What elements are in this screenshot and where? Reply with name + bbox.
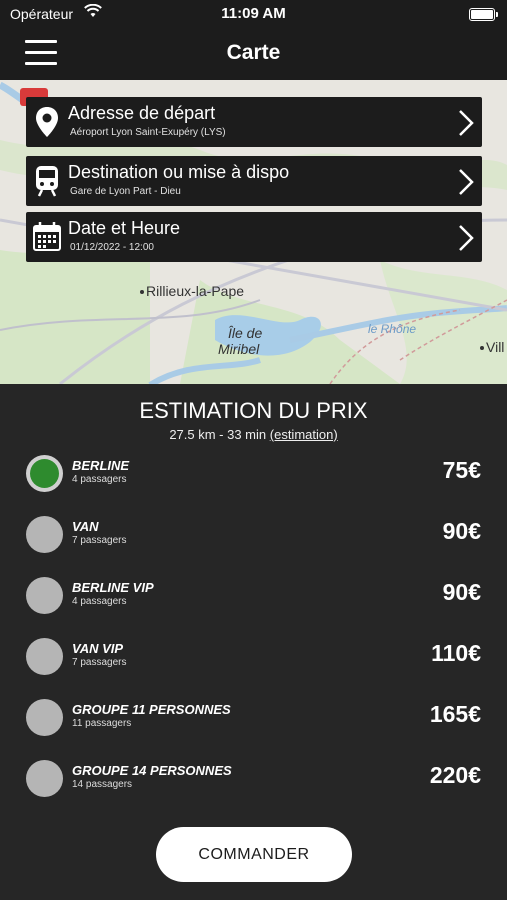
radio-button[interactable]	[26, 638, 63, 675]
battery-icon	[469, 8, 498, 21]
vehicle-name: VAN VIP	[72, 641, 124, 656]
vehicle-name: VAN	[72, 519, 99, 534]
vehicle-option[interactable]: BERLINE VIP 4 passagers 90€	[0, 577, 507, 633]
vehicle-name: GROUPE 11 PERSONNES	[72, 702, 231, 717]
datetime-label: Date et Heure	[68, 218, 181, 238]
vehicle-price: 75€	[442, 457, 481, 483]
vehicle-price: 165€	[429, 701, 481, 727]
radio-button[interactable]	[26, 516, 63, 553]
destination-field[interactable]: Destination ou mise à dispo Gare de Lyon…	[26, 156, 482, 206]
vehicle-capacity: 7 passagers	[72, 657, 127, 668]
estimate-title: ESTIMATION DU PRIX	[139, 398, 368, 423]
calendar-icon	[33, 222, 61, 251]
location-pin-icon	[36, 107, 58, 137]
vehicle-name: BERLINE VIP	[72, 580, 154, 595]
vehicle-option[interactable]: GROUPE 14 PERSONNES 14 passagers 220€	[0, 760, 507, 816]
radio-button[interactable]	[26, 760, 63, 797]
vehicle-capacity: 4 passagers	[72, 474, 127, 485]
radio-button[interactable]	[26, 455, 63, 492]
vehicle-capacity: 7 passagers	[72, 535, 127, 546]
chevron-right-icon	[459, 169, 474, 195]
vehicle-name: BERLINE	[72, 458, 130, 473]
radio-button[interactable]	[26, 577, 63, 614]
chevron-right-icon	[459, 110, 474, 136]
map-label-ile2: Miribel	[218, 341, 260, 357]
estimate-distance: 27.5 km - 33 min	[169, 427, 267, 442]
departure-label: Adresse de départ	[68, 103, 216, 123]
vehicle-option[interactable]: VAN 7 passagers 90€	[0, 516, 507, 572]
estimate-summary: 27.5 km - 33 min (estimation)	[0, 427, 507, 442]
datetime-field[interactable]: Date et Heure 01/12/2022 - 12:00	[26, 212, 482, 262]
map-label-ile1: Île de	[228, 325, 263, 341]
chevron-right-icon	[459, 225, 474, 251]
departure-field[interactable]: Adresse de départ Aéroport Lyon Saint-Ex…	[26, 97, 482, 147]
datetime-value: 01/12/2022 - 12:00	[70, 242, 154, 253]
vehicle-name: GROUPE 14 PERSONNES	[72, 763, 232, 778]
radio-button[interactable]	[26, 699, 63, 736]
status-bar: Opérateur 11:09 AM	[0, 0, 507, 30]
destination-value: Gare de Lyon Part - Dieu	[70, 186, 181, 197]
map-label-rillieux: Rillieux-la-Pape	[146, 283, 245, 299]
vehicle-option[interactable]: BERLINE 4 passagers 75€	[0, 455, 507, 511]
vehicle-option[interactable]: VAN VIP 7 passagers 110€	[0, 638, 507, 694]
vehicle-price: 110€	[431, 640, 481, 666]
vehicle-price: 90€	[442, 579, 481, 605]
map-label-vill: Vill	[486, 339, 505, 355]
departure-value: Aéroport Lyon Saint-Exupéry (LYS)	[70, 127, 226, 138]
order-button[interactable]: COMMANDER	[156, 827, 352, 882]
navigation-bar: Carte	[0, 30, 507, 80]
estimate-link[interactable]: (estimation)	[270, 427, 338, 442]
vehicle-price: 220€	[429, 762, 481, 788]
destination-label: Destination ou mise à dispo	[68, 162, 290, 182]
map-label-rhone: le Rhône	[368, 322, 417, 336]
train-icon	[36, 166, 58, 197]
vehicle-capacity: 4 passagers	[72, 596, 127, 607]
vehicle-option[interactable]: GROUPE 11 PERSONNES 11 passagers 165€	[0, 699, 507, 755]
vehicle-capacity: 14 passagers	[72, 779, 133, 790]
page-title: Carte	[226, 41, 281, 64]
clock: 11:09 AM	[221, 5, 286, 22]
vehicle-price: 90€	[442, 518, 481, 544]
vehicle-capacity: 11 passagers	[72, 718, 132, 729]
